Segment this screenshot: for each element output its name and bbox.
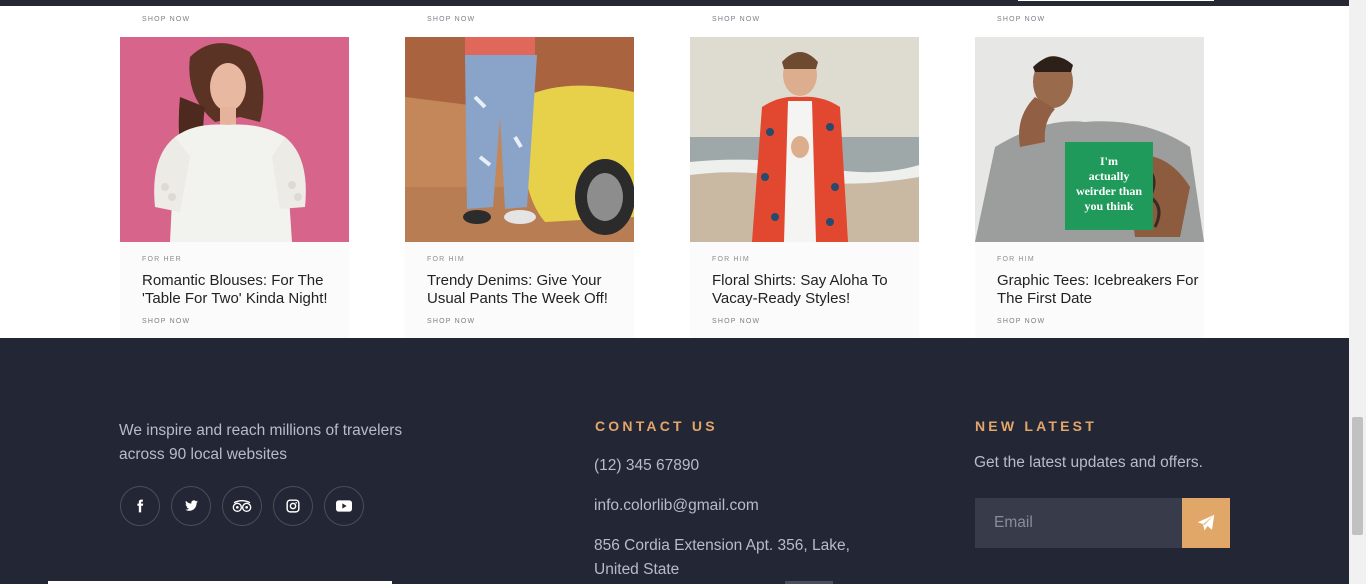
shirt-text-line: I'm xyxy=(1100,154,1118,168)
product-tag: FOR HIM xyxy=(712,256,750,263)
product-tag: FOR HIM xyxy=(997,256,1035,263)
footer-about-text: We inspire and reach millions of travele… xyxy=(119,422,403,463)
shirt-text-line: actually xyxy=(1089,169,1130,183)
product-image-floral-shirts[interactable] xyxy=(690,37,919,242)
top-strip-tab xyxy=(1018,0,1214,1)
contact-email[interactable]: info.colorlib@gmail.com xyxy=(594,494,759,518)
product-image-trendy-denims[interactable] xyxy=(405,37,634,242)
product-card[interactable]: FOR HER Romantic Blouses: For The 'Table… xyxy=(120,37,349,338)
scrollbar-thumb[interactable] xyxy=(1352,417,1363,535)
tripadvisor-icon[interactable] xyxy=(222,486,262,526)
youtube-icon[interactable] xyxy=(324,486,364,526)
facebook-icon[interactable] xyxy=(120,486,160,526)
product-image-romantic-blouse[interactable] xyxy=(120,37,349,242)
email-input[interactable] xyxy=(975,498,1182,548)
contact-title: CONTACT US xyxy=(595,418,718,434)
product-title[interactable]: Trendy Denims: Give Your Usual Pants The… xyxy=(427,272,632,308)
subscribe-button[interactable] xyxy=(1182,498,1230,548)
shop-now-link[interactable]: SHOP NOW xyxy=(142,318,190,325)
paper-plane-icon xyxy=(1197,514,1215,531)
product-title[interactable]: Graphic Tees: Icebreakers For The First … xyxy=(997,272,1202,308)
previous-shop-now-link[interactable]: SHOP NOW xyxy=(712,16,760,23)
product-card[interactable]: FOR HIM Trendy Denims: Give Your Usual P… xyxy=(405,37,634,338)
shop-now-link[interactable]: SHOP NOW xyxy=(427,318,475,325)
top-strip xyxy=(0,0,1349,6)
product-tag: FOR HER xyxy=(142,256,182,263)
product-image-graphic-tees[interactable]: I'm actually weirder than you think xyxy=(975,37,1204,242)
shirt-text-line: you think xyxy=(1084,199,1133,213)
newsletter-text: Get the latest updates and offers. xyxy=(974,454,1203,471)
contact-address: 856 Cordia Extension Apt. 356, Lake, Uni… xyxy=(594,537,850,578)
product-card[interactable]: FOR HIM Floral Shirts: Say Aloha To Vaca… xyxy=(690,37,919,338)
shop-now-link[interactable]: SHOP NOW xyxy=(997,318,1045,325)
twitter-icon[interactable] xyxy=(171,486,211,526)
product-title[interactable]: Romantic Blouses: For The 'Table For Two… xyxy=(142,272,347,308)
product-title[interactable]: Floral Shirts: Say Aloha To Vacay-Ready … xyxy=(712,272,917,308)
product-tag: FOR HIM xyxy=(427,256,465,263)
previous-shop-now-link[interactable]: SHOP NOW xyxy=(997,16,1045,23)
previous-shop-now-link[interactable]: SHOP NOW xyxy=(142,16,190,23)
product-card[interactable]: I'm actually weirder than you think FOR … xyxy=(975,37,1204,338)
site-footer: We inspire and reach millions of travele… xyxy=(0,338,1349,584)
shirt-text-line: weirder than xyxy=(1076,184,1142,198)
contact-phone[interactable]: (12) 345 67890 xyxy=(594,454,699,478)
shop-now-link[interactable]: SHOP NOW xyxy=(712,318,760,325)
previous-shop-now-link[interactable]: SHOP NOW xyxy=(427,16,475,23)
instagram-icon[interactable] xyxy=(273,486,313,526)
newsletter-title: NEW LATEST xyxy=(975,418,1097,434)
social-links xyxy=(120,486,375,526)
